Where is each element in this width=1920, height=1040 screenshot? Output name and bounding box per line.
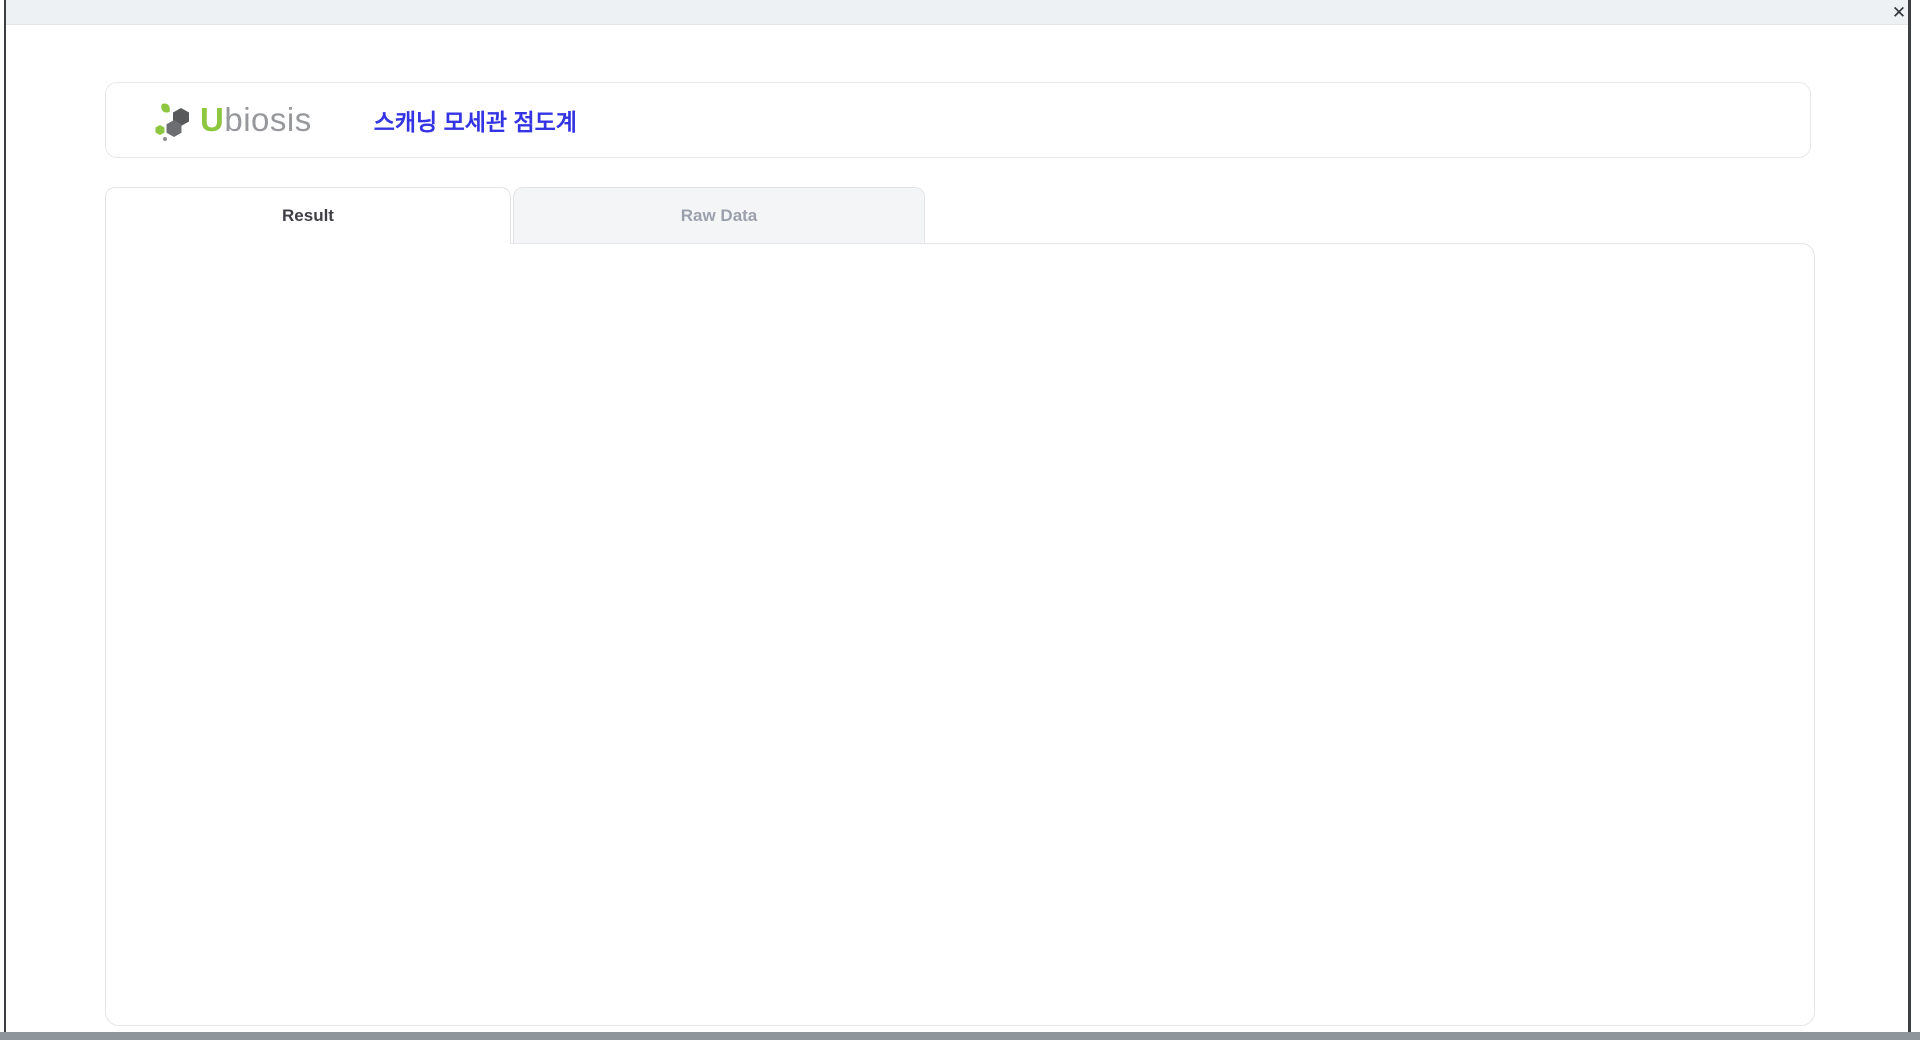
brand: Ubiosis [148, 98, 312, 142]
header-card: Ubiosis 스캐닝 모세관 점도계 [105, 82, 1811, 158]
page-title: 스캐닝 모세관 점도계 [373, 109, 577, 135]
brand-letter-u: U [200, 101, 225, 138]
ubiosis-logo-icon [155, 103, 189, 141]
app-window: ✕ Ubiosis 스캐닝 모세관 점도계 Result Raw Data i … [0, 0, 1920, 1040]
tab-result[interactable]: Result [105, 187, 511, 244]
window-border-left [4, 0, 6, 1034]
window-bottom-edge [0, 1032, 1920, 1040]
tab-raw-data[interactable]: Raw Data [513, 187, 925, 244]
result-tab-panel [105, 243, 1815, 1026]
brand-rest: biosis [224, 101, 312, 138]
brand-text: Ubiosis [200, 101, 312, 139]
window-border-right [1908, 0, 1911, 1034]
window-titlebar [6, 0, 1908, 25]
